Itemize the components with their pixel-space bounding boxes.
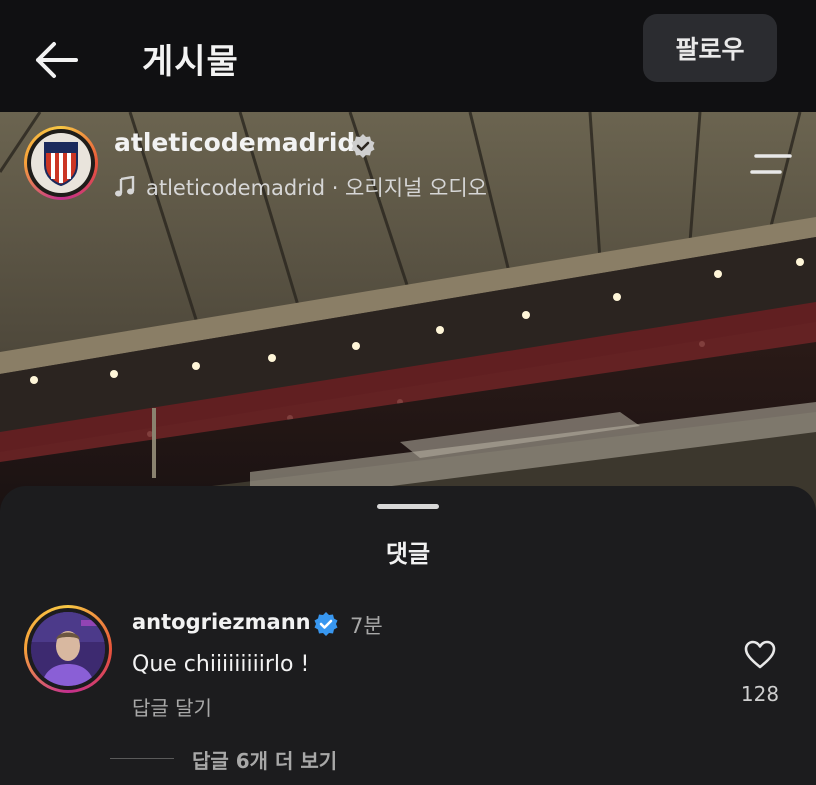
verified-icon: [351, 134, 375, 158]
verified-icon: [314, 612, 338, 636]
top-bar: 게시물 팔로우: [0, 0, 816, 112]
comment-text: Que chiiiiiiiiirlo !: [132, 652, 310, 677]
club-crest-icon: [44, 142, 78, 187]
back-arrow-icon: [36, 42, 78, 78]
follow-button[interactable]: 팔로우: [643, 14, 777, 82]
comment-time: 7분: [350, 614, 383, 638]
replies-divider: [110, 758, 174, 759]
view-more-replies-button[interactable]: 답글 6개 더 보기: [192, 745, 337, 774]
like-count: 128: [740, 682, 780, 706]
comment-username[interactable]: antogriezmann: [132, 610, 311, 634]
audio-link[interactable]: atleticodemadrid · 오리지널 오디오: [114, 172, 487, 202]
comments-title: 댓글: [385, 540, 431, 568]
audio-label: atleticodemadrid · 오리지널 오디오: [146, 176, 487, 200]
reply-button[interactable]: 답글 달기: [132, 692, 212, 721]
heart-icon[interactable]: [744, 640, 776, 670]
back-button[interactable]: [26, 36, 86, 84]
post-avatar[interactable]: [24, 126, 98, 200]
post-username[interactable]: atleticodemadrid: [114, 128, 355, 157]
comment-avatar[interactable]: [24, 605, 112, 693]
sheet-drag-handle[interactable]: [377, 504, 439, 509]
page-title: 게시물: [142, 42, 239, 82]
comments-sheet: [0, 486, 816, 785]
music-note-icon: [115, 176, 135, 197]
avatar-photo: [31, 612, 105, 686]
menu-icon[interactable]: [750, 152, 794, 178]
